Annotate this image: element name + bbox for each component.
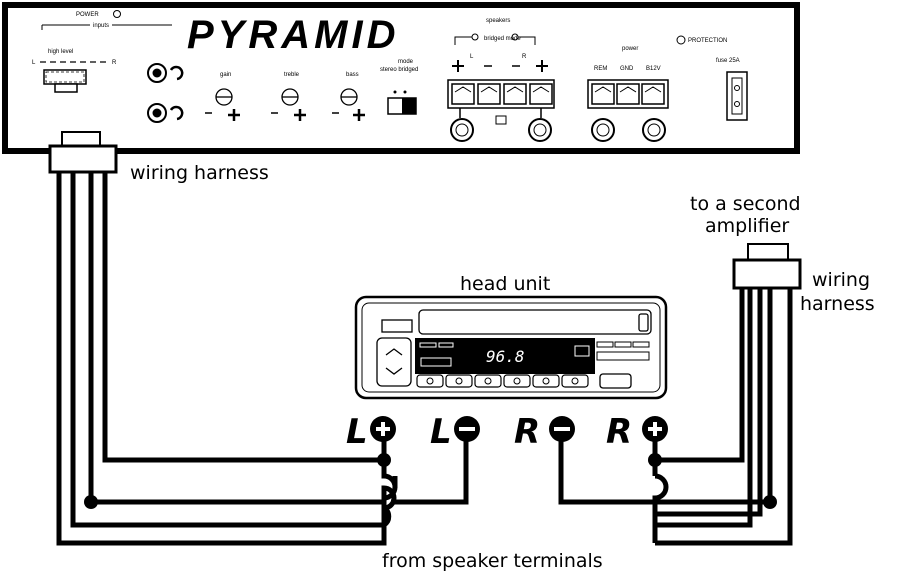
bass-label: bass <box>346 72 359 78</box>
terminal-right-negative: R <box>514 412 575 452</box>
junction-dot <box>648 453 662 467</box>
amplifier-brand-logo: PYRAMID <box>187 13 399 57</box>
terminal-right-negative-letter: R <box>514 412 540 452</box>
junction-dot <box>377 453 391 467</box>
terminal-left-negative-letter: L <box>430 412 452 452</box>
junction-dot <box>763 495 777 509</box>
wiring-harness-right-label-line2: harness <box>800 293 875 315</box>
mode-label: mode <box>398 59 414 65</box>
gain-label: gain <box>220 72 231 78</box>
head-unit-frequency: 96.8 <box>486 347 525 366</box>
gnd-label: GND <box>620 66 634 72</box>
treble-label: treble <box>284 72 300 78</box>
amplifier-panel: PYRAMID POWER inputs high level L R gain… <box>2 2 800 154</box>
terminal-right-positive: R <box>606 412 668 452</box>
mode-options-label: stereo bridged <box>380 67 418 73</box>
fuse-holder <box>726 71 748 121</box>
terminal-left-negative: L <box>430 412 480 452</box>
second-amplifier-label-line2: amplifier <box>705 215 789 237</box>
head-unit-label: head unit <box>460 273 550 295</box>
power-section-label: power <box>622 46 638 52</box>
protection-label: PROTECTION <box>688 38 727 44</box>
highlevel-label: high level <box>48 49 73 55</box>
b12-label: B12V <box>646 66 661 72</box>
fuse-label: fuse 25A <box>716 58 740 64</box>
right-wiring-harness <box>732 243 802 290</box>
wiring-harness-left-label: wiring harness <box>130 162 269 184</box>
bridged-mode-label: bridged mode <box>484 36 521 42</box>
highlevel-r-label: R <box>112 60 117 66</box>
rem-label: REM <box>594 66 607 72</box>
wiring-harness-right-label-line1: wiring <box>812 269 870 291</box>
terminal-left-positive-letter: L <box>346 412 368 452</box>
wiring-diagram: PYRAMID POWER inputs high level L R gain… <box>2 2 875 572</box>
terminal-right-positive-letter: R <box>606 412 632 452</box>
second-amplifier-label-line1: to a second <box>690 193 801 215</box>
speaker-r-label: R <box>522 54 527 60</box>
power-label: POWER <box>76 12 99 18</box>
terminal-left-positive: L <box>346 412 396 452</box>
head-unit: 96.8 <box>354 295 668 400</box>
inputs-label: inputs <box>93 23 109 29</box>
speakers-label: speakers <box>486 18 510 24</box>
from-speaker-terminals-label: from speaker terminals <box>382 550 603 572</box>
junction-dot <box>84 495 98 509</box>
